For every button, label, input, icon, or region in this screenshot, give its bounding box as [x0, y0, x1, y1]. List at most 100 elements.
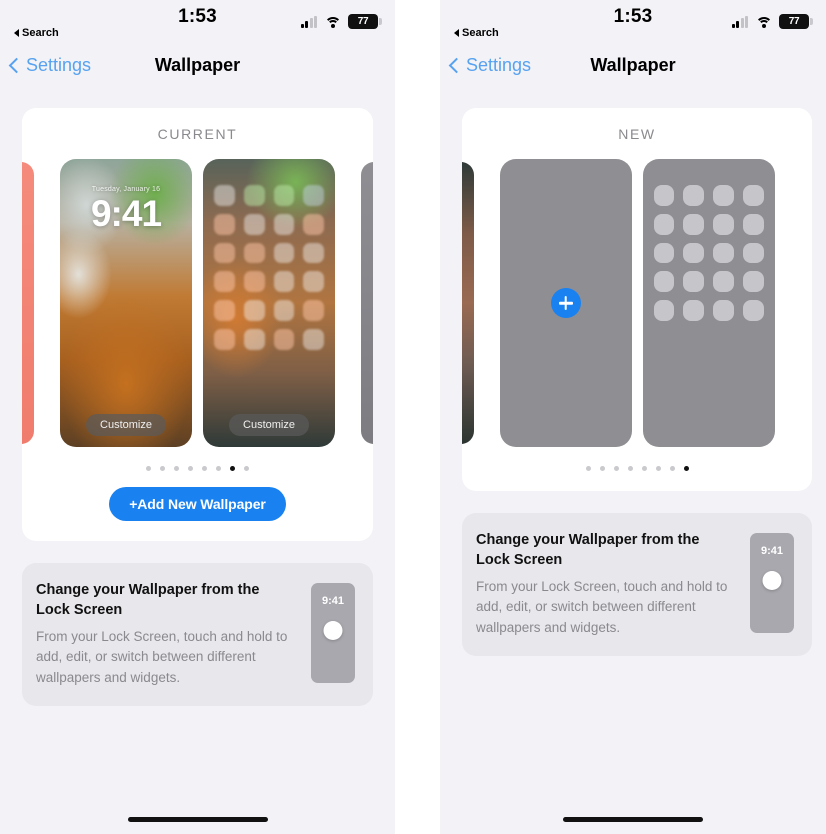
page-dot[interactable] — [613, 466, 619, 471]
app-icon-placeholder — [683, 271, 704, 292]
customize-lock-screen-button[interactable]: Customize — [86, 414, 166, 436]
info-card-body: From your Lock Screen, touch and hold to… — [36, 629, 288, 685]
app-icon-placeholder — [683, 242, 704, 264]
page-dot[interactable] — [174, 466, 179, 471]
app-icon-placeholder — [713, 271, 734, 292]
page-dot-active[interactable] — [230, 466, 235, 471]
mini-phone-time: 9:41 — [760, 545, 784, 557]
home-screen-icon-grid — [214, 185, 324, 350]
new-wallpaper-placeholder[interactable] — [499, 159, 632, 447]
app-icon-placeholder — [653, 185, 675, 206]
app-icon-placeholder — [653, 271, 675, 292]
back-triangle-icon — [14, 29, 19, 37]
app-icon-placeholder — [713, 300, 734, 321]
page-dot[interactable] — [202, 466, 207, 471]
app-icon-placeholder — [653, 242, 675, 264]
status-bar-indicators: 77 — [300, 14, 382, 29]
page-dot[interactable] — [216, 466, 221, 471]
page-dot[interactable] — [160, 466, 165, 471]
app-icon-placeholder — [713, 185, 734, 206]
page-dot[interactable] — [585, 466, 591, 471]
mini-phone-illustration: 9:41 — [750, 533, 794, 633]
page-dot[interactable] — [641, 466, 647, 471]
status-bar-back-to-search[interactable]: Search — [454, 27, 499, 39]
add-wallpaper-row: +Add New Wallpaper — [22, 487, 373, 521]
wallpaper-card-current: CURRENT Tuesday, January 16 9:41 Customi… — [22, 108, 373, 541]
cellular-bars-icon — [300, 15, 317, 28]
back-button-label: Settings — [466, 54, 532, 75]
wallpaper-carousel[interactable] — [462, 158, 812, 448]
chevron-left-icon — [8, 57, 25, 74]
new-home-screen-placeholder[interactable] — [642, 159, 775, 447]
customize-home-screen-button[interactable]: Customize — [229, 414, 309, 436]
app-icon-placeholder — [273, 271, 295, 292]
phone-screen-current: Search 1:53 77 Settings Wallpaper CURREN… — [0, 0, 395, 834]
app-icon-placeholder — [273, 242, 295, 264]
info-card-text: Change your Wallpaper from the Lock Scre… — [476, 531, 736, 638]
section-label-new: NEW — [618, 126, 656, 142]
home-indicator — [563, 817, 703, 822]
app-icon-placeholder — [214, 242, 235, 264]
page-dot[interactable] — [627, 466, 633, 471]
info-card-lock-screen-tip: Change your Wallpaper from the Lock Scre… — [22, 563, 373, 706]
page-dot[interactable] — [599, 466, 605, 471]
app-icon-placeholder — [303, 242, 324, 264]
info-card-body: From your Lock Screen, touch and hold to… — [476, 579, 728, 635]
battery-level-label: 77 — [357, 16, 369, 27]
app-icon-placeholder — [214, 300, 235, 321]
back-triangle-icon — [454, 29, 459, 37]
navigation-bar: Settings Wallpaper — [440, 44, 826, 86]
app-icon-placeholder — [273, 328, 295, 350]
lock-screen-preview[interactable]: Tuesday, January 16 9:41 Customize — [60, 159, 192, 447]
carousel-page-dots[interactable] — [22, 466, 373, 471]
touch-and-hold-indicator-icon — [323, 621, 343, 640]
status-bar-indicators: 77 — [731, 14, 813, 29]
add-new-wallpaper-button[interactable]: +Add New Wallpaper — [109, 487, 286, 521]
app-icon-placeholder — [742, 185, 764, 206]
app-icon-placeholder — [742, 300, 764, 321]
page-dot[interactable] — [655, 466, 661, 471]
app-icon-placeholder — [243, 242, 265, 264]
lock-screen-date: Tuesday, January 16 — [91, 186, 161, 193]
page-dot[interactable] — [244, 466, 249, 471]
app-icon-placeholder — [713, 242, 734, 264]
app-icon-placeholder — [742, 271, 764, 292]
page-dot-active[interactable] — [683, 466, 689, 471]
page-dot[interactable] — [188, 466, 193, 471]
app-icon-placeholder — [303, 213, 324, 235]
carousel-peek-previous[interactable] — [462, 162, 474, 444]
home-screen-preview[interactable]: Customize — [203, 159, 335, 447]
app-icon-placeholder — [214, 271, 235, 292]
battery-icon: 77 — [779, 14, 813, 29]
status-bar-back-to-search[interactable]: Search — [14, 27, 59, 39]
page-dot[interactable] — [669, 466, 675, 471]
touch-and-hold-indicator-icon — [762, 571, 782, 590]
status-back-label: Search — [22, 27, 59, 39]
app-icon-placeholder — [243, 185, 265, 206]
wifi-icon — [324, 16, 341, 28]
app-icon-placeholder — [713, 213, 734, 235]
mini-phone-time: 9:41 — [321, 595, 345, 607]
plus-icon[interactable] — [550, 288, 581, 318]
home-indicator — [127, 817, 268, 822]
wallpaper-carousel[interactable]: Tuesday, January 16 9:41 Customize Custo… — [22, 158, 373, 448]
app-icon-placeholder — [742, 213, 764, 235]
back-to-settings-button[interactable]: Settings — [8, 55, 91, 76]
app-icon-placeholder — [273, 185, 295, 206]
status-back-label: Search — [462, 27, 499, 39]
app-icon-placeholder — [683, 213, 704, 235]
info-card-text: Change your Wallpaper from the Lock Scre… — [36, 581, 297, 688]
page-dot[interactable] — [146, 466, 151, 471]
app-icon-placeholder — [243, 300, 265, 321]
info-card-title: Change your Wallpaper from the Lock Scre… — [36, 582, 260, 618]
carousel-page-dots[interactable] — [462, 466, 812, 471]
cellular-bars-icon — [731, 15, 748, 28]
back-to-settings-button[interactable]: Settings — [448, 54, 532, 76]
app-icon-placeholder — [243, 271, 265, 292]
app-icon-placeholder — [303, 328, 324, 350]
carousel-peek-previous[interactable] — [22, 162, 34, 444]
app-icon-placeholder — [303, 185, 324, 206]
app-icon-placeholder — [303, 271, 324, 292]
carousel-peek-next[interactable] — [361, 162, 373, 444]
app-icon-placeholder — [214, 185, 235, 206]
